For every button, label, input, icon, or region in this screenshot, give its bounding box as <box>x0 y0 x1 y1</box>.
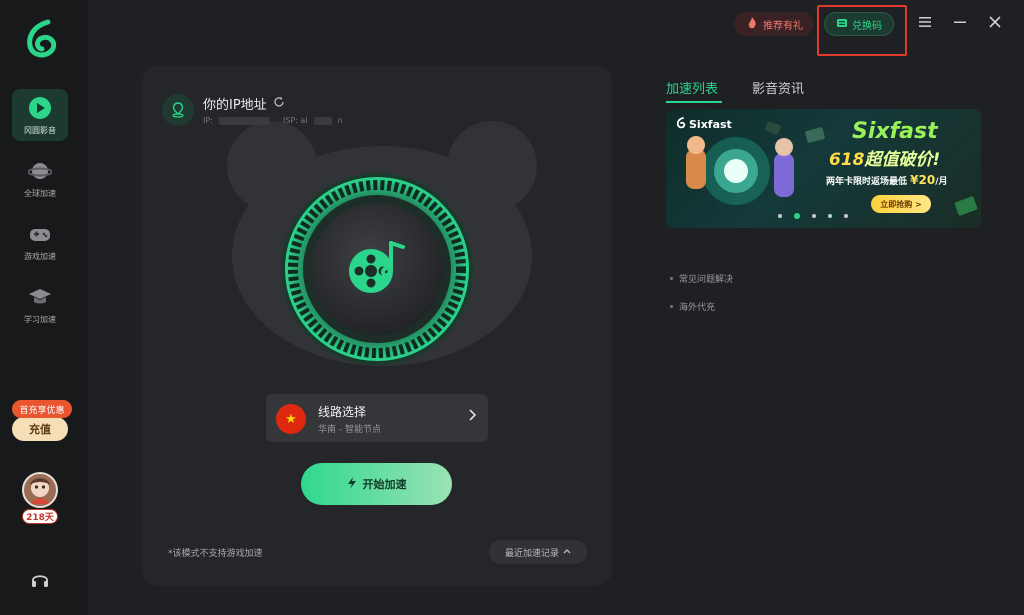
bullet-icon <box>670 276 673 280</box>
route-selector[interactable]: ★ 线路选择 华南 - 智能节点 <box>266 394 488 442</box>
route-subtitle: 华南 - 智能节点 <box>318 425 381 435</box>
promo-price: ¥20 <box>910 173 936 187</box>
menu-icon[interactable] <box>917 14 933 30</box>
carousel-dot[interactable] <box>844 214 848 218</box>
banner-brand: Sixfast <box>676 117 732 132</box>
chevron-up-icon <box>563 547 571 557</box>
recharge-button[interactable]: 充值 <box>12 417 68 441</box>
promo-tag: 首充享优惠 <box>12 400 72 418</box>
redeem-label: 兑换码 <box>852 20 882 32</box>
film-play-icon <box>27 95 53 121</box>
banner-brand-text: Sixfast <box>689 118 732 131</box>
link-overseas-topup[interactable]: 海外代充 <box>670 292 733 320</box>
isp-masked-value <box>313 116 332 125</box>
china-flag-icon: ★ <box>276 404 306 434</box>
banner-title-line1: Sixfast <box>852 119 938 144</box>
gamepad-icon <box>27 221 53 247</box>
lightning-icon <box>347 476 357 492</box>
sidebar-item-media[interactable]: 冈圆影音 <box>12 89 68 141</box>
graduation-cap-icon <box>27 284 53 310</box>
redeem-code-button[interactable]: 兑换码 <box>824 12 894 36</box>
link-label: 海外代充 <box>679 302 716 313</box>
promo-banner[interactable]: Sixfast Sixfast 618超值破价! 两年卡限时返场最低 ¥20/月… <box>666 109 981 228</box>
membership-days-badge: 218天 <box>22 509 58 524</box>
ip-address-title: 你的IP地址 <box>203 94 285 113</box>
link-faq[interactable]: 常见问题解决 <box>670 264 733 292</box>
help-links: 常见问题解决 海外代充 <box>670 264 733 320</box>
mode-note: *该模式不支持游戏加速 <box>168 549 263 559</box>
isp-label: ISP: al <box>282 116 308 125</box>
app-logo-icon <box>27 19 57 58</box>
sidebar-item-global[interactable]: 全球加速 <box>12 152 68 204</box>
banner-title-text: 超值破价! <box>864 150 941 170</box>
ip-details: IP: ISP: al n <box>203 116 343 125</box>
buy-now-button[interactable]: 立即抢购 > <box>871 195 931 213</box>
sidebar-item-label: 全球加速 <box>24 189 56 198</box>
tab-media-news[interactable]: 影音资讯 <box>752 78 804 103</box>
sixfast-logo-icon <box>676 117 686 132</box>
close-icon[interactable] <box>987 14 1003 30</box>
avatar[interactable] <box>22 472 58 508</box>
start-acceleration-button[interactable]: 开始加速 <box>301 463 452 505</box>
sidebar-item-game[interactable]: 游戏加速 <box>12 215 68 267</box>
promo-text: 两年卡限时返场最低 <box>826 177 908 187</box>
sidebar-item-label: 冈圆影音 <box>24 126 56 135</box>
gift-icon <box>745 16 759 33</box>
carousel-dots <box>778 213 848 219</box>
recent-label: 最近加速记录 <box>504 548 559 559</box>
banner-618: 618 <box>829 150 865 170</box>
carousel-dot[interactable] <box>812 214 816 218</box>
ip-label: IP: <box>203 116 213 125</box>
tab-acceleration-list[interactable]: 加速列表 <box>666 78 723 103</box>
sidebar-item-label: 学习加速 <box>24 315 56 324</box>
accelerator-card: 你的IP地址 IP: ISP: al n ★ 线路选择 华南 - 智能节点 开始… <box>142 66 612 586</box>
bullet-icon <box>670 304 673 308</box>
carousel-dot[interactable] <box>794 213 800 219</box>
recent-records-button[interactable]: 最近加速记录 <box>489 540 587 564</box>
carousel-dot[interactable] <box>778 214 782 218</box>
refresh-icon[interactable] <box>273 96 285 112</box>
banner-title-line2: 618超值破价! <box>829 145 940 170</box>
promo-unit: /月 <box>935 177 948 187</box>
carousel-dot[interactable] <box>828 214 832 218</box>
isp-suffix: n <box>337 116 343 125</box>
sidebar-item-study[interactable]: 学习加速 <box>12 278 68 330</box>
ticket-icon <box>836 17 848 32</box>
right-tabs: 加速列表 影音资讯 <box>666 78 804 103</box>
minimize-icon[interactable] <box>952 14 968 30</box>
route-title: 线路选择 <box>318 405 367 419</box>
ip-masked-value <box>218 116 269 125</box>
headset-icon[interactable] <box>30 570 50 590</box>
sidebar: 冈圆影音 全球加速 游戏加速 学习加速 充值 首充享优惠 218天 <box>0 0 88 615</box>
start-label: 开始加速 <box>362 478 407 491</box>
chevron-right-icon <box>468 409 477 425</box>
banner-promo-text: 两年卡限时返场最低 ¥20/月 <box>826 173 948 187</box>
sidebar-item-label: 游戏加速 <box>24 252 56 261</box>
ip-title-text: 你的IP地址 <box>203 98 267 113</box>
accelerate-dial-button[interactable] <box>279 171 475 367</box>
link-label: 常见问题解决 <box>679 274 734 285</box>
location-pin-icon <box>162 94 194 126</box>
referral-gift-button[interactable]: 推荐有礼 <box>734 12 814 36</box>
gift-label: 推荐有礼 <box>763 20 803 32</box>
planet-icon <box>27 158 53 184</box>
